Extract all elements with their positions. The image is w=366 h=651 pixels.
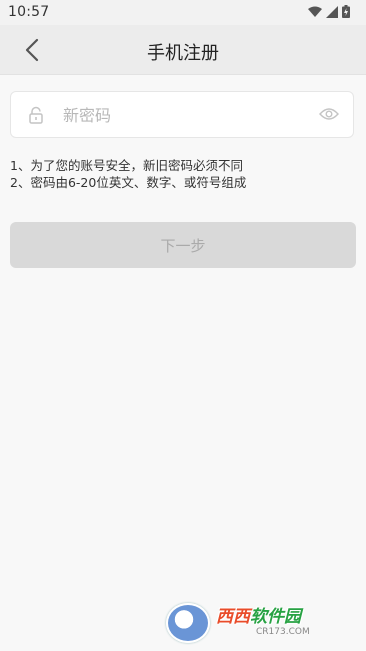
wifi-icon bbox=[308, 6, 322, 17]
main-content: 1、为了您的账号安全，新旧密码必须不同 2、密码由6-20位英文、数字、或符号组… bbox=[0, 75, 366, 651]
watermark-brand-red: 西西 bbox=[216, 607, 250, 627]
status-bar: 10:57 bbox=[0, 0, 366, 25]
lock-icon bbox=[29, 106, 43, 124]
page-title: 手机注册 bbox=[147, 43, 219, 64]
rule-line-2: 2、密码由6-20位英文、数字、或符号组成 bbox=[10, 175, 247, 190]
eye-icon[interactable] bbox=[319, 107, 339, 121]
cellular-signal-icon bbox=[326, 5, 338, 18]
battery-icon bbox=[342, 5, 350, 18]
status-icons bbox=[308, 5, 350, 18]
top-navigation-bar: 手机注册 bbox=[0, 25, 366, 75]
watermark-site: CR173.COM bbox=[256, 627, 310, 637]
new-password-input[interactable] bbox=[61, 92, 305, 139]
password-rules: 1、为了您的账号安全，新旧密码必须不同 2、密码由6-20位英文、数字、或符号组… bbox=[10, 157, 246, 191]
watermark-emblem bbox=[166, 603, 210, 643]
watermark-logo: 西西软件园 CR173.COM bbox=[166, 603, 346, 643]
new-password-field bbox=[10, 91, 354, 139]
next-step-button[interactable]: 下一步 bbox=[10, 222, 356, 268]
watermark-brand-green: 软件园 bbox=[250, 607, 301, 627]
rule-line-1: 1、为了您的账号安全，新旧密码必须不同 bbox=[10, 158, 243, 173]
status-time: 10:57 bbox=[8, 4, 50, 20]
